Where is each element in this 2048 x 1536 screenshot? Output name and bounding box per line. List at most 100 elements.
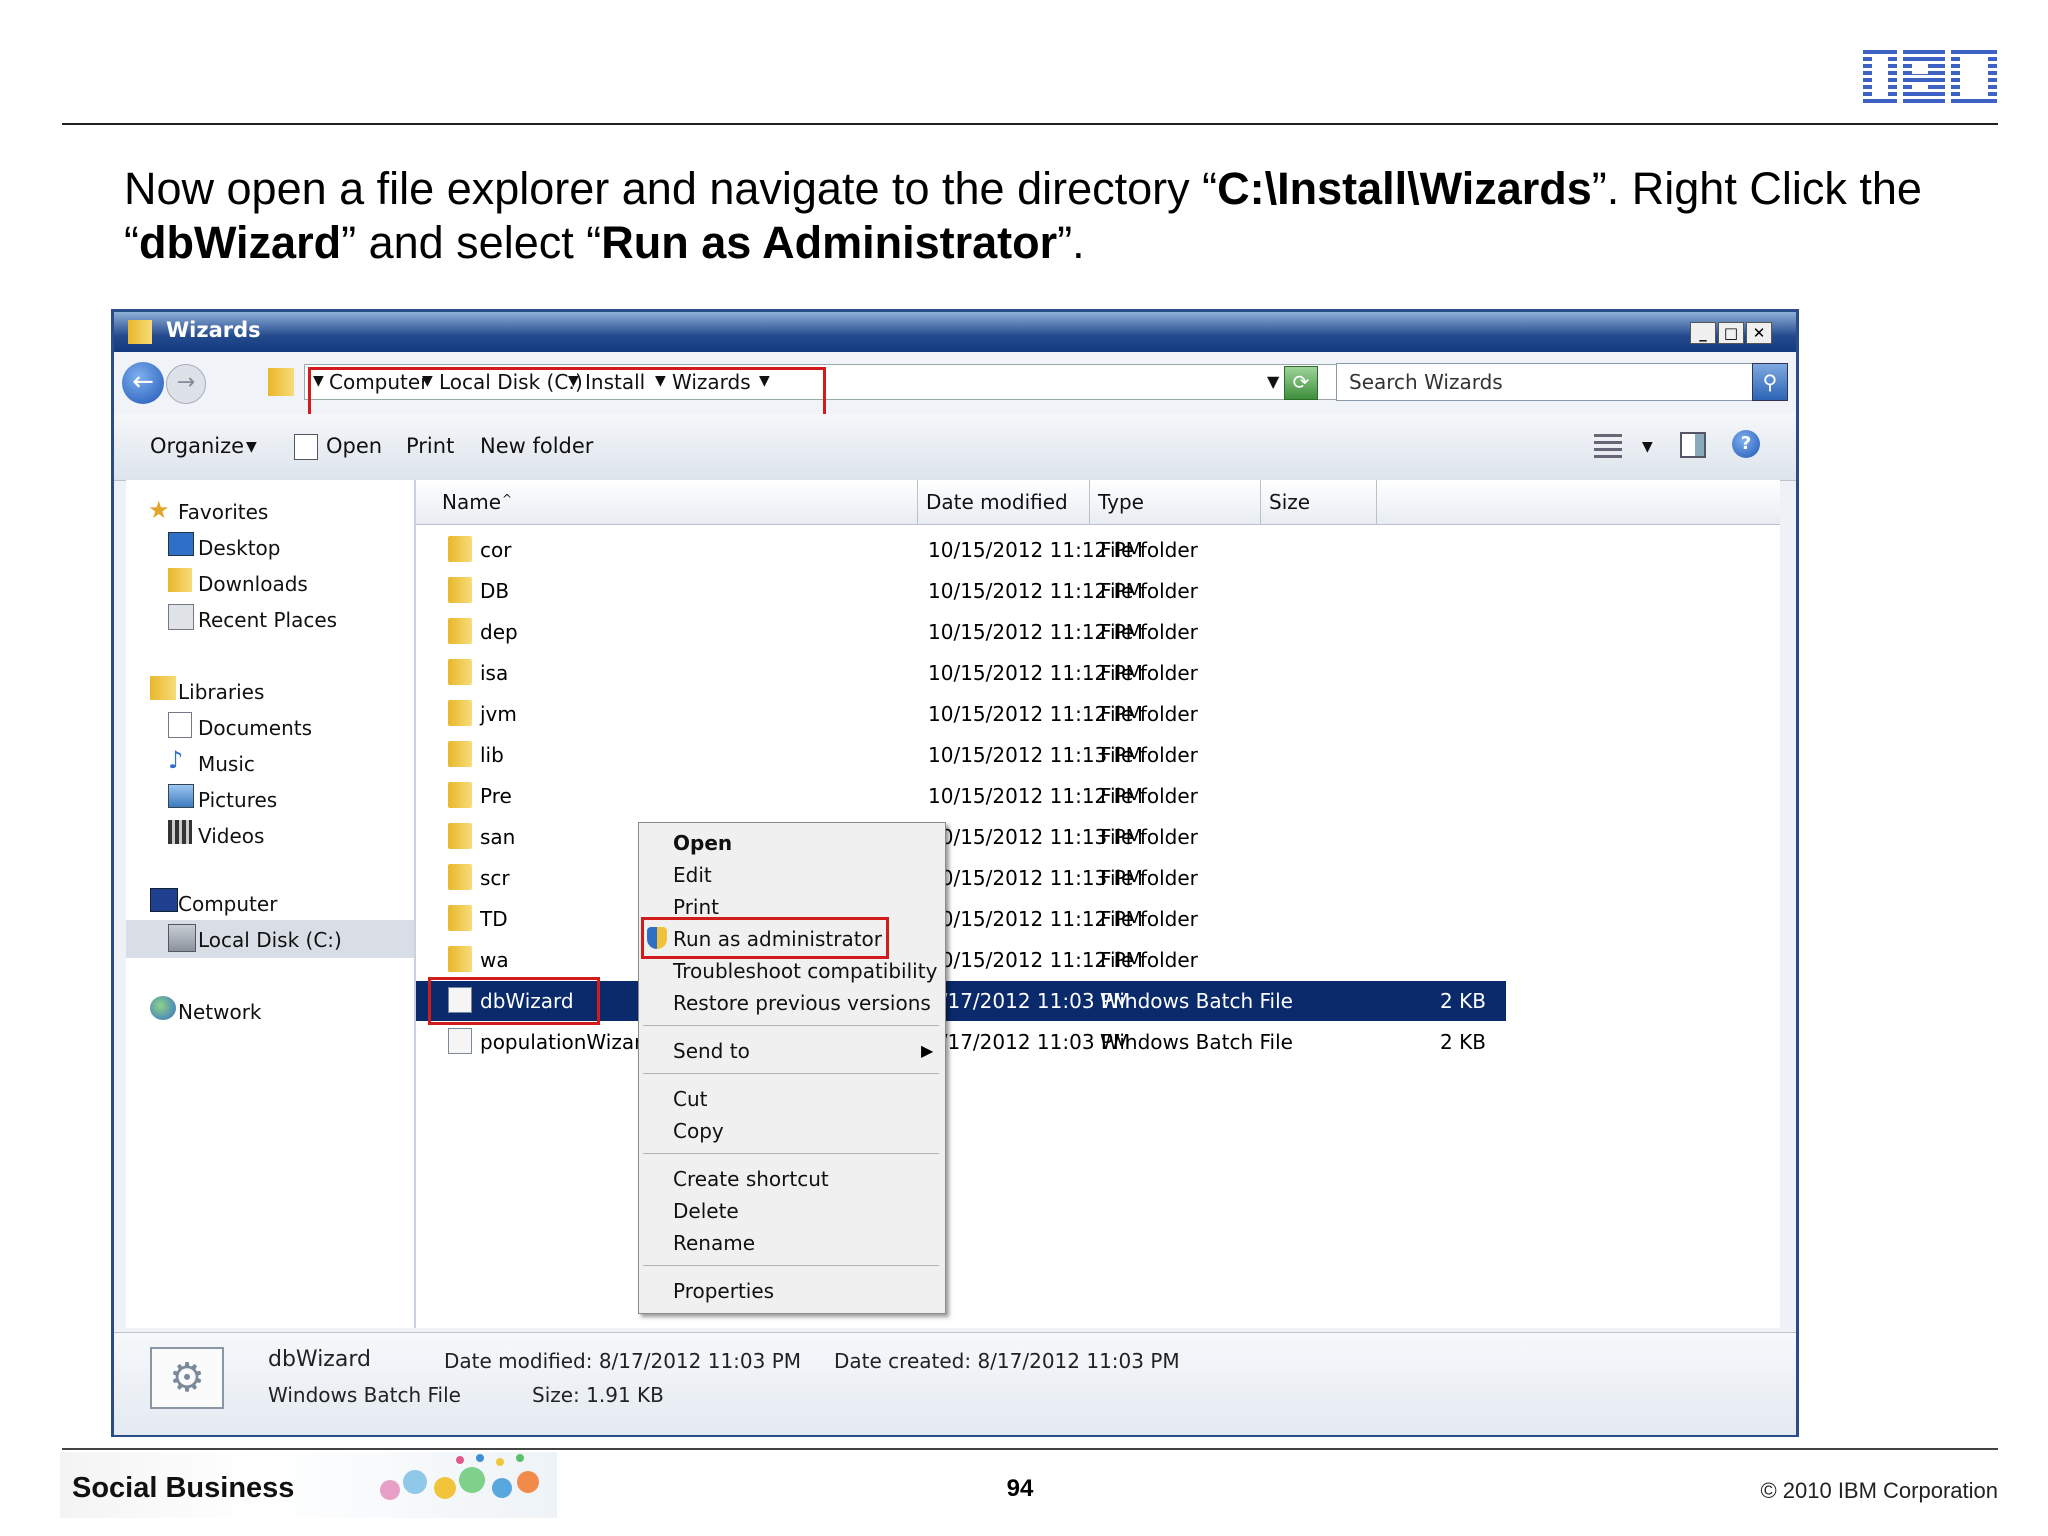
social-business-banner: Social Business	[60, 1452, 557, 1518]
refresh-icon[interactable]: ⟳	[1284, 366, 1318, 400]
column-name[interactable]: Name	[442, 490, 501, 514]
search-icon[interactable]: ⚲	[1752, 363, 1788, 401]
sidebar-item-recent-places[interactable]: Recent Places	[198, 608, 337, 632]
file-size: 2 KB	[1440, 1030, 1486, 1054]
column-divider[interactable]	[1376, 480, 1377, 524]
table-row[interactable]: TD 10/15/2012 11:12 PM File folder	[416, 899, 1780, 939]
preview-pane-icon[interactable]	[1680, 432, 1706, 458]
file-type: File folder	[1100, 538, 1198, 562]
folder-icon	[448, 823, 472, 849]
new-folder-button[interactable]: New folder	[480, 434, 593, 458]
table-row[interactable]: san 10/15/2012 11:13 PM File folder	[416, 817, 1780, 857]
table-row[interactable]: DB 10/15/2012 11:12 PM File folder	[416, 571, 1780, 611]
forward-arrow-icon[interactable]: →	[166, 364, 206, 404]
file-highlight-box	[428, 977, 600, 1025]
table-row[interactable]: lib 10/15/2012 11:13 PM File folder	[416, 735, 1780, 775]
column-type[interactable]: Type	[1098, 490, 1144, 514]
folder-icon	[448, 618, 472, 644]
menu-item-cut[interactable]: Cut	[673, 1087, 707, 1111]
menu-separator	[643, 1073, 939, 1074]
organize-button[interactable]: Organize	[150, 434, 244, 458]
menu-item-open[interactable]: Open	[673, 831, 732, 855]
column-divider[interactable]	[1089, 480, 1090, 524]
minimize-button[interactable]: _	[1690, 322, 1716, 344]
file-list: Name ^ Date modified Type Size cor 10/15…	[416, 480, 1780, 1328]
details-date-modified: Date modified: 8/17/2012 11:03 PM	[444, 1349, 802, 1373]
menu-item-delete[interactable]: Delete	[673, 1199, 739, 1223]
network-icon	[150, 996, 176, 1020]
file-type: File folder	[1100, 579, 1198, 603]
sidebar-item-libraries[interactable]: Libraries	[178, 680, 264, 704]
open-button[interactable]: Open	[326, 434, 382, 458]
open-file-icon	[294, 434, 318, 460]
search-input[interactable]: Search Wizards	[1336, 363, 1754, 401]
table-row[interactable]: wa 10/15/2012 11:12 PM File folder	[416, 940, 1780, 980]
folder-icon	[448, 946, 472, 972]
sidebar-item-videos[interactable]: Videos	[198, 824, 264, 848]
sidebar-item-documents[interactable]: Documents	[198, 716, 312, 740]
menu-item-rename[interactable]: Rename	[673, 1231, 755, 1255]
chevron-down-icon[interactable]: ▼	[246, 439, 257, 455]
table-row[interactable]: cor 10/15/2012 11:12 PM File folder	[416, 530, 1780, 570]
sort-arrow-icon: ^	[502, 492, 513, 506]
file-name: san	[480, 825, 516, 849]
folder-icon	[448, 659, 472, 685]
file-name: TD	[480, 907, 508, 931]
menu-item-send-to[interactable]: Send to	[673, 1039, 750, 1063]
file-name: lib	[480, 743, 504, 767]
menu-item-properties[interactable]: Properties	[673, 1279, 774, 1303]
help-icon[interactable]: ?	[1732, 430, 1760, 458]
menu-item-copy[interactable]: Copy	[673, 1119, 724, 1143]
file-type: File folder	[1100, 907, 1198, 931]
chevron-down-icon[interactable]: ▼	[1642, 439, 1653, 455]
sidebar-item-local-disk[interactable]: Local Disk (C:)	[198, 928, 342, 952]
table-row[interactable]: populationWizard 8/17/2012 11:03 PM Wind…	[416, 1022, 1780, 1062]
table-row[interactable]: isa 10/15/2012 11:12 PM File folder	[416, 653, 1780, 693]
sidebar-item-desktop[interactable]: Desktop	[198, 536, 280, 560]
table-row[interactable]: dep 10/15/2012 11:12 PM File folder	[416, 612, 1780, 652]
sidebar-item-computer[interactable]: Computer	[178, 892, 277, 916]
recent-places-icon	[168, 604, 194, 630]
menu-item-print[interactable]: Print	[673, 895, 719, 919]
sidebar-item-network[interactable]: Network	[178, 1000, 262, 1024]
instruction-text: Now open a file explorer and navigate to…	[124, 162, 1984, 270]
folder-icon	[448, 536, 472, 562]
instruction-part-4: ”.	[1057, 217, 1085, 268]
folder-icon	[448, 577, 472, 603]
header-rule	[62, 123, 1998, 125]
file-type: Windows Batch File	[1100, 1030, 1293, 1054]
column-date-modified[interactable]: Date modified	[926, 490, 1068, 514]
context-menu: Open Edit Print Run as administrator Tro…	[638, 822, 946, 1314]
banner-label: Social Business	[72, 1472, 295, 1504]
table-row[interactable]: scr 10/15/2012 11:13 PM File folder	[416, 858, 1780, 898]
view-options-icon[interactable]	[1594, 434, 1622, 458]
maximize-button[interactable]: □	[1718, 322, 1744, 344]
sidebar-item-music[interactable]: Music	[198, 752, 255, 776]
file-size: 2 KB	[1440, 989, 1486, 1013]
file-name: cor	[480, 538, 512, 562]
table-row[interactable]: Pre 10/15/2012 11:12 PM File folder	[416, 776, 1780, 816]
address-dropdown-icon[interactable]: ▼	[1267, 372, 1279, 391]
column-size[interactable]: Size	[1269, 490, 1310, 514]
close-button[interactable]: ✕	[1746, 322, 1772, 344]
menu-item-create-shortcut[interactable]: Create shortcut	[673, 1167, 829, 1191]
folder-icon	[448, 905, 472, 931]
menu-item-troubleshoot[interactable]: Troubleshoot compatibility	[673, 959, 937, 983]
file-type: Windows Batch File	[1100, 989, 1293, 1013]
back-arrow-icon[interactable]: ←	[122, 362, 164, 404]
column-divider[interactable]	[1260, 480, 1261, 524]
address-highlight-box	[308, 367, 826, 417]
desktop-icon	[168, 532, 194, 556]
file-name: scr	[480, 866, 510, 890]
column-divider[interactable]	[917, 480, 918, 524]
sidebar-item-favorites[interactable]: Favorites	[178, 500, 268, 524]
sidebar-item-downloads[interactable]: Downloads	[198, 572, 308, 596]
videos-icon	[168, 820, 192, 844]
sidebar-item-pictures[interactable]: Pictures	[198, 788, 277, 812]
instruction-action: Run as Administrator	[601, 217, 1058, 268]
menu-item-restore-versions[interactable]: Restore previous versions	[673, 991, 931, 1015]
menu-item-edit[interactable]: Edit	[673, 863, 712, 887]
table-row[interactable]: jvm 10/15/2012 11:12 PM File folder	[416, 694, 1780, 734]
file-type: File folder	[1100, 825, 1198, 849]
print-button[interactable]: Print	[406, 434, 454, 458]
